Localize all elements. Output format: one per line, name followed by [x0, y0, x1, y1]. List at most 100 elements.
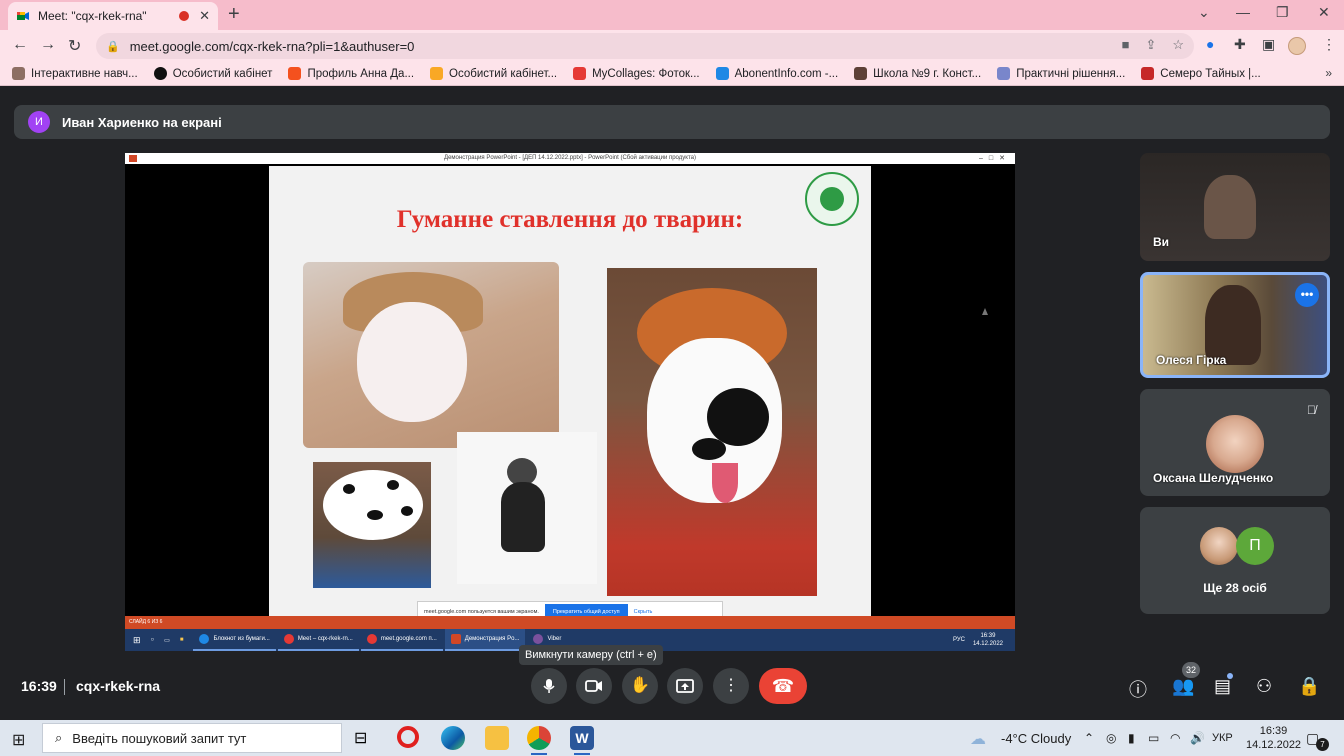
tray-chevron-icon[interactable]: ⌃: [1084, 731, 1094, 745]
powerpoint-icon: [129, 155, 137, 162]
bookmarks-overflow-icon[interactable]: »: [1325, 66, 1332, 80]
opera-icon[interactable]: [397, 726, 419, 748]
people-icon[interactable]: 👥: [1172, 676, 1194, 697]
camera-tray-icon[interactable]: ◎: [1106, 731, 1116, 745]
taskbar-search-box[interactable]: ⌕ Введіть пошуковий запит тут: [42, 723, 342, 753]
browser-toolbar: ← → ↻ 🔒 meet.google.com/cqx-rkek-rna?pli…: [0, 30, 1344, 62]
language-indicator[interactable]: УКР: [1212, 732, 1233, 744]
remote-task-item: Блокнот из бумаги...: [193, 629, 276, 651]
bookmark-icon: [430, 67, 444, 80]
edge-icon[interactable]: [441, 726, 465, 750]
remote-task-item: meet.google.com п...: [360, 629, 443, 651]
menu-kebab-icon[interactable]: ⋮: [1322, 36, 1336, 53]
microphone-button[interactable]: [531, 668, 567, 704]
presenter-banner: И Иван Хариенко на екрані: [14, 105, 1330, 139]
more-options-icon[interactable]: •••: [1295, 283, 1319, 307]
url-text: meet.google.com/cqx-rkek-rna?pli=1&authu…: [129, 38, 415, 54]
bookmark-icon: [715, 67, 729, 80]
boy-dalmatian-mask-photo: [313, 462, 431, 588]
bookmark-icon: [854, 67, 868, 80]
participant-tile-oksana[interactable]: 🎙̸ Оксана Шелудченко: [1140, 389, 1330, 496]
maximize-button[interactable]: ❐: [1276, 4, 1289, 21]
new-tab-button[interactable]: +: [228, 4, 240, 24]
hangup-icon: ☎: [771, 676, 795, 696]
more-options-button[interactable]: ⋮: [713, 668, 749, 704]
chrome-icon[interactable]: [527, 726, 551, 755]
tab-close-icon[interactable]: ✕: [199, 8, 210, 24]
bookmarks-bar: Інтерактивне навч... Особистий кабінет П…: [0, 62, 1344, 86]
cloud-icon: ☁: [970, 731, 986, 748]
remote-tray-lang: РУС: [952, 637, 965, 643]
bookmark-item[interactable]: Інтерактивне навч...: [12, 67, 138, 80]
raise-hand-button[interactable]: ✋: [622, 668, 658, 704]
participant-tile-olesia[interactable]: ••• Олеся Гірка: [1140, 272, 1330, 378]
present-screen-button[interactable]: [667, 668, 703, 704]
bookmark-star-icon[interactable]: ☆: [1172, 37, 1184, 53]
slide: Гуманне ставлення до тварин:: [269, 166, 871, 616]
minimize-button[interactable]: —: [1236, 4, 1250, 20]
girl-cat-facepaint-photo: [303, 262, 559, 448]
extensions-puzzle-icon[interactable]: ✚: [1234, 36, 1246, 53]
microphone-icon: [543, 679, 555, 693]
host-controls-icon[interactable]: 🔒: [1298, 676, 1320, 697]
windows-start-icon[interactable]: ⊞: [12, 730, 25, 750]
participant-avatar: П: [1236, 527, 1274, 565]
weather-text[interactable]: -4°C Cloudy: [1001, 731, 1071, 746]
share-icon[interactable]: ⇪: [1145, 37, 1156, 53]
side-panel-icon[interactable]: ▣: [1262, 36, 1275, 53]
leave-call-button[interactable]: ☎: [759, 668, 807, 704]
participant-tile-others[interactable]: П Ще 28 осіб: [1140, 507, 1330, 614]
participant-name: Олеся Гірка: [1156, 353, 1227, 367]
word-icon[interactable]: W: [570, 726, 594, 755]
extension-circle-icon[interactable]: ●: [1206, 36, 1214, 52]
bookmark-item[interactable]: Школа №9 г. Конст...: [854, 67, 981, 80]
close-window-button[interactable]: ✕: [1318, 4, 1330, 21]
profile-avatar[interactable]: [1288, 37, 1306, 55]
meeting-info-icon[interactable]: ⓘ: [1129, 676, 1147, 702]
reload-icon[interactable]: ↻: [68, 36, 81, 56]
file-explorer-icon[interactable]: [485, 726, 509, 750]
camera-in-use-icon[interactable]: ■: [1122, 37, 1130, 53]
remote-task-item: Демонстрация Po...: [444, 629, 526, 651]
bookmark-item[interactable]: Семеро Тайных |...: [1141, 67, 1261, 80]
bookmark-item[interactable]: Профиль Анна Да...: [288, 67, 414, 80]
mic-tray-icon[interactable]: ▮: [1128, 731, 1135, 745]
battery-icon[interactable]: ▭: [1148, 731, 1159, 745]
task-view-icon[interactable]: ⊟: [354, 728, 378, 752]
bookmark-item[interactable]: Практичні рішення...: [997, 67, 1125, 80]
hide-notice-link[interactable]: Скрыть: [634, 609, 653, 615]
shared-screen: Демонстрация PowerPoint - [ДЕП 14.12.202…: [125, 153, 1015, 651]
back-arrow-icon[interactable]: ←: [12, 36, 28, 54]
volume-icon[interactable]: 🔊: [1190, 731, 1205, 745]
participant-name: Оксана Шелудченко: [1153, 471, 1274, 485]
remote-explorer-icon: ■: [179, 637, 184, 643]
remote-task-item: Meet – cqx-rkek-rn...: [277, 629, 359, 651]
camera-tooltip: Вимкнути камеру (ctrl + e): [519, 645, 663, 665]
browser-tab-strip: Meet: "cqx-rkek-rna" ✕ + ⌄ — ❐ ✕: [0, 0, 1344, 30]
browser-tab-meet[interactable]: Meet: "cqx-rkek-rna" ✕: [8, 2, 218, 30]
tab-title: Meet: "cqx-rkek-rna": [38, 9, 147, 23]
wifi-icon[interactable]: ◠: [1170, 731, 1180, 745]
bookmark-item[interactable]: MyCollages: Фоток...: [573, 67, 700, 80]
participant-tile-self[interactable]: Ви: [1140, 153, 1330, 261]
bookmark-item[interactable]: AbonentInfo.com -...: [715, 67, 838, 80]
search-icon: ⌕: [55, 730, 63, 745]
forward-arrow-icon[interactable]: →: [40, 36, 56, 54]
camera-button[interactable]: [576, 668, 612, 704]
system-clock[interactable]: 16:39 14.12.2022: [1246, 724, 1301, 752]
others-count-label: Ще 28 осіб: [1203, 581, 1267, 595]
participant-video: [1204, 175, 1256, 239]
participant-avatar: [1206, 415, 1264, 473]
bookmark-icon: [573, 67, 587, 80]
bookmark-item[interactable]: Особистий кабінет...: [430, 67, 557, 80]
activities-icon[interactable]: ⚇: [1256, 676, 1272, 697]
address-bar[interactable]: 🔒 meet.google.com/cqx-rkek-rna?pli=1&aut…: [96, 33, 1194, 59]
bookmark-icon: [1141, 67, 1155, 80]
tab-search-icon[interactable]: ⌄: [1198, 4, 1210, 21]
present-icon: [676, 679, 694, 693]
bookmark-item[interactable]: Особистий кабінет: [153, 67, 272, 80]
presenter-avatar: И: [28, 111, 50, 133]
slide-title: Гуманне ставлення до тварин:: [396, 206, 744, 233]
chat-icon[interactable]: ▤: [1214, 676, 1231, 697]
chat-unread-dot: [1227, 673, 1233, 679]
